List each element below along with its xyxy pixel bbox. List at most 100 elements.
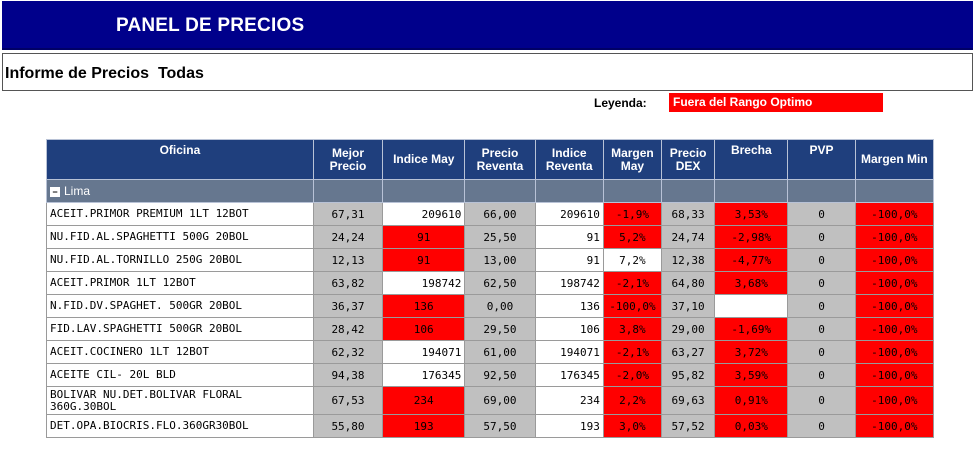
cell-margen-may: -2,1%	[602, 271, 663, 295]
cell-precio-reventa: 69,00	[464, 386, 536, 415]
cell-mejor-precio: 36,37	[312, 294, 384, 318]
cell-oficina[interactable]: DET.OPA.BIOCRIS.FLO.360GR30BOL	[46, 414, 314, 438]
cell-oficina[interactable]: NU.FID.AL.TORNILLO 250G 20BOL	[46, 248, 314, 272]
cell-indice-may: 91	[382, 248, 466, 272]
cell-pvp: 0	[787, 225, 856, 249]
cell-mejor-precio: 55,80	[312, 414, 384, 438]
cell-margen-min: -100,0%	[854, 248, 935, 272]
cell-brecha: 3,72%	[714, 340, 789, 364]
cell-pvp: 0	[787, 317, 856, 341]
cell-oficina[interactable]: ACEIT.PRIMOR 1LT 12BOT	[46, 271, 314, 295]
col-precio-reventa[interactable]: Precio Reventa	[464, 139, 536, 180]
cell-margen-may: 7,2%	[602, 248, 663, 272]
cell-precio-dex: 95,82	[661, 363, 716, 387]
cell-mejor-precio: 62,32	[312, 340, 384, 364]
group-cell[interactable]: − Lima	[46, 179, 314, 203]
cell-precio-dex: 29,00	[661, 317, 716, 341]
cell-margen-may: 3,0%	[602, 414, 663, 438]
group-label: Lima	[64, 184, 91, 198]
group-row-lima: − Lima	[46, 179, 935, 203]
cell-indice-may: 91	[382, 225, 466, 249]
cell-margen-min: -100,0%	[854, 340, 935, 364]
cell-indice-reventa: 209610	[534, 202, 604, 226]
cell-mejor-precio: 24,24	[312, 225, 384, 249]
cell-indice-may: 193	[382, 414, 466, 438]
cell-margen-may: 5,2%	[602, 225, 663, 249]
cell-brecha: -4,77%	[714, 248, 789, 272]
col-margen-may[interactable]: Margen May	[602, 139, 663, 180]
cell-margen-min: -100,0%	[854, 225, 935, 249]
cell-indice-may: 136	[382, 294, 466, 318]
cell-oficina[interactable]: FID.LAV.SPAGHETTI 500GR 20BOL	[46, 317, 314, 341]
cell-precio-dex: 64,80	[661, 271, 716, 295]
cell-indice-may: 198742	[382, 271, 466, 295]
table-row: FID.LAV.SPAGHETTI 500GR 20BOL 28,42 106 29,…	[46, 317, 935, 341]
cell-indice-reventa: 106	[534, 317, 604, 341]
cell-margen-min: -100,0%	[854, 294, 935, 318]
cell-indice-may: 176345	[382, 363, 466, 387]
table-row: ACEIT.PRIMOR 1LT 12BOT 63,82 198742 62,50 19…	[46, 271, 935, 295]
cell-precio-dex: 57,52	[661, 414, 716, 438]
cell-indice-reventa: 193	[534, 414, 604, 438]
cell-margen-may: -2,1%	[602, 340, 663, 364]
col-pvp[interactable]: PVP	[787, 139, 856, 180]
table-row: BOLIVAR NU.DET.BOLIVAR FLORAL 360G.30BOL…	[46, 386, 935, 415]
cell-mejor-precio: 94,38	[312, 363, 384, 387]
cell-oficina[interactable]: ACEITE CIL- 20L BLD	[46, 363, 314, 387]
cell-precio-reventa: 29,50	[464, 317, 536, 341]
col-indice-reventa[interactable]: Indice Reventa	[534, 139, 604, 180]
cell-pvp: 0	[787, 340, 856, 364]
cell-mejor-precio: 63,82	[312, 271, 384, 295]
cell-indice-reventa: 91	[534, 225, 604, 249]
cell-precio-dex: 37,10	[661, 294, 716, 318]
cell-oficina[interactable]: N.FID.DV.SPAGHET. 500GR 20BOL	[46, 294, 314, 318]
cell-oficina[interactable]: NU.FID.AL.SPAGHETTI 500G 20BOL	[46, 225, 314, 249]
cell-indice-reventa: 198742	[534, 271, 604, 295]
cell-margen-min: -100,0%	[854, 271, 935, 295]
cell-margen-min: -100,0%	[854, 202, 935, 226]
col-brecha[interactable]: Brecha	[714, 139, 789, 180]
cell-margen-may: 2,2%	[602, 386, 663, 415]
cell-oficina[interactable]: ACEIT.PRIMOR PREMIUM 1LT 12BOT	[46, 202, 314, 226]
cell-pvp: 0	[787, 248, 856, 272]
cell-oficina[interactable]: ACEIT.COCINERO 1LT 12BOT	[46, 340, 314, 364]
cell-precio-reventa: 57,50	[464, 414, 536, 438]
cell-precio-dex: 68,33	[661, 202, 716, 226]
cell-oficina[interactable]: BOLIVAR NU.DET.BOLIVAR FLORAL 360G.30BOL	[46, 386, 314, 415]
cell-margen-min: -100,0%	[854, 317, 935, 341]
cell-indice-reventa: 176345	[534, 363, 604, 387]
cell-precio-reventa: 25,50	[464, 225, 536, 249]
cell-precio-reventa: 62,50	[464, 271, 536, 295]
cell-precio-dex: 63,27	[661, 340, 716, 364]
cell-margen-may: -2,0%	[602, 363, 663, 387]
table-row: ACEIT.COCINERO 1LT 12BOT 62,32 194071 61,00…	[46, 340, 935, 364]
cell-margen-may: 3,8%	[602, 317, 663, 341]
cell-indice-reventa: 234	[534, 386, 604, 415]
cell-margen-min: -100,0%	[854, 414, 935, 438]
cell-margen-may: -1,9%	[602, 202, 663, 226]
cell-pvp: 0	[787, 202, 856, 226]
cell-precio-dex: 24,74	[661, 225, 716, 249]
cell-precio-dex: 12,38	[661, 248, 716, 272]
cell-precio-reventa: 92,50	[464, 363, 536, 387]
cell-mejor-precio: 12,13	[312, 248, 384, 272]
col-mejor-precio[interactable]: Mejor Precio	[312, 139, 384, 180]
header-bar: PANEL DE PRECIOS	[2, 1, 973, 50]
report-title-box: Informe de Precios Todas	[2, 53, 973, 91]
cell-precio-reventa: 66,00	[464, 202, 536, 226]
cell-indice-may: 106	[382, 317, 466, 341]
col-oficina[interactable]: Oficina	[46, 139, 314, 180]
cell-brecha: 0,03%	[714, 414, 789, 438]
cell-pvp: 0	[787, 414, 856, 438]
collapse-icon[interactable]: −	[50, 186, 60, 197]
col-indice-may[interactable]: Indice May	[382, 139, 466, 180]
cell-precio-reventa: 0,00	[464, 294, 536, 318]
col-precio-dex[interactable]: Precio DEX	[661, 139, 716, 180]
cell-pvp: 0	[787, 363, 856, 387]
table-row: ACEITE CIL- 20L BLD 94,38 176345 92,50 17634…	[46, 363, 935, 387]
table-row: NU.FID.AL.TORNILLO 250G 20BOL 12,13 91 13,0…	[46, 248, 935, 272]
cell-brecha: 0,91%	[714, 386, 789, 415]
table-row: DET.OPA.BIOCRIS.FLO.360GR30BOL 55,80 193 57…	[46, 414, 935, 438]
col-margen-min[interactable]: Margen Min	[854, 139, 935, 180]
cell-mejor-precio: 28,42	[312, 317, 384, 341]
